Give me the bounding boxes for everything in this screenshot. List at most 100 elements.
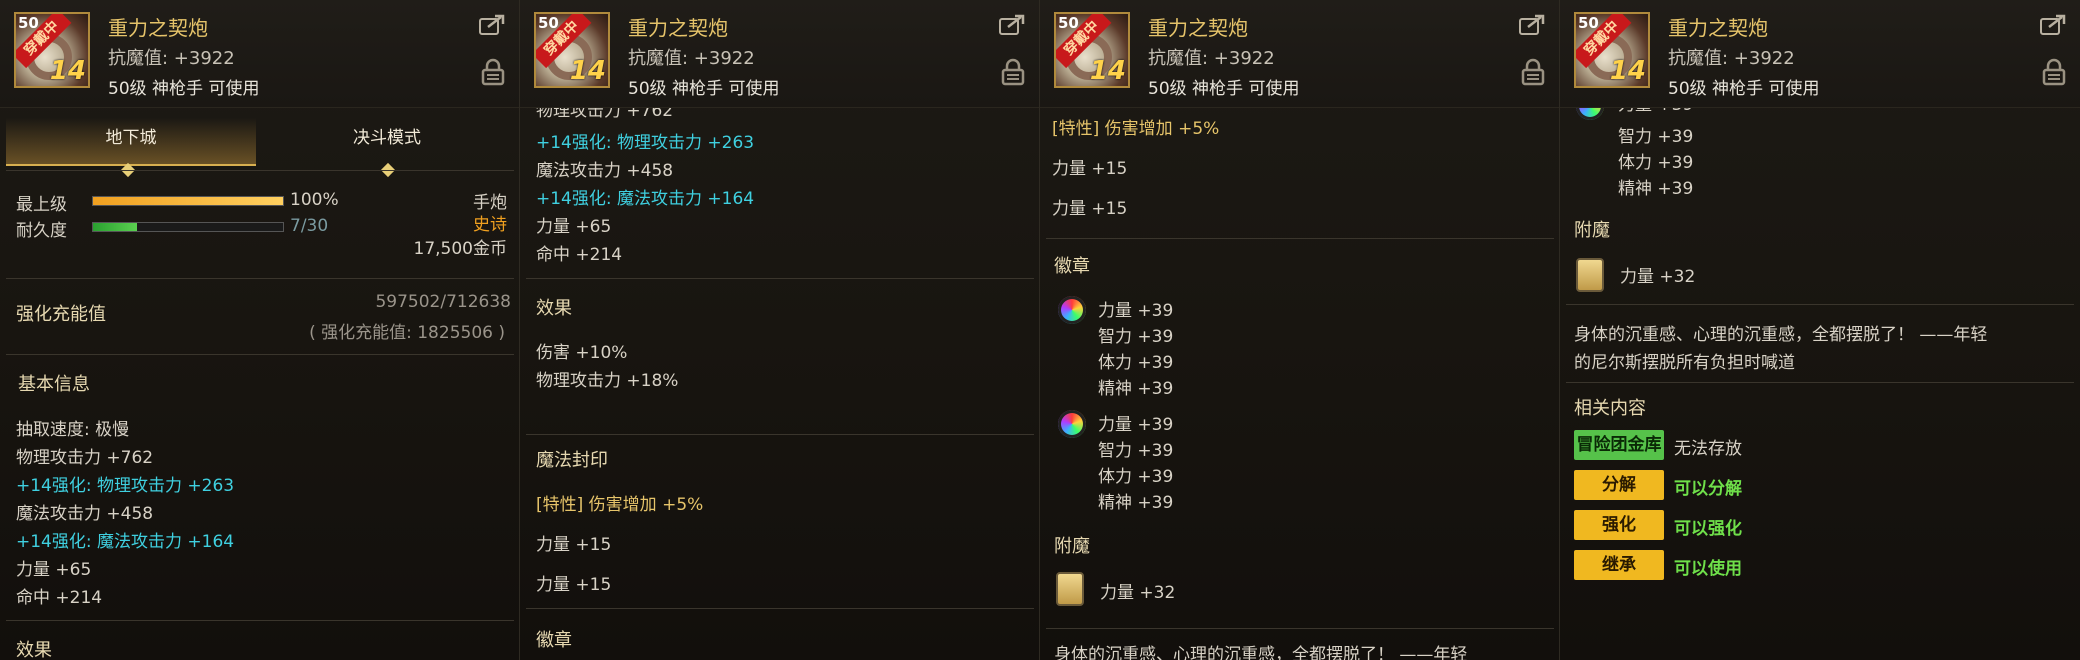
- lock-icon[interactable]: [2042, 58, 2066, 86]
- enhance-level: 14: [1089, 56, 1126, 86]
- tooltip-panel-3: 50 穿戴中 14 重力之契炮 抗魔值: +3922 50级 神枪手 可使用 […: [1040, 0, 1560, 660]
- seal-line: 力量 +15: [536, 535, 612, 555]
- basic-line: 魔法攻击力 +458: [16, 504, 154, 524]
- basic-line: 物理攻击力 +762: [16, 448, 154, 468]
- emblem-orb-icon: [1058, 410, 1086, 438]
- basic-line: +14强化: 魔法攻击力 +164: [536, 189, 755, 209]
- seal-line: 力量 +15: [1052, 159, 1128, 179]
- related-status: 无法存放: [1674, 439, 1742, 459]
- seal-trait: [特性] 伤害增加 +5%: [1052, 119, 1220, 139]
- basic-line: 魔法攻击力 +458: [536, 161, 674, 181]
- lock-icon[interactable]: [1001, 58, 1025, 86]
- enhance-button[interactable]: 强化: [1574, 510, 1664, 540]
- basic-line: 命中 +214: [536, 245, 623, 265]
- tooltip-panel-1: 50 穿戴中 14 重力之契炮 抗魔值: +3922 50级 神枪手 可使用 地…: [0, 0, 520, 660]
- basic-line: 命中 +214: [16, 588, 103, 608]
- enchant-card-icon: [1576, 258, 1604, 292]
- basic-line: 力量 +65: [536, 217, 612, 237]
- emblem-line: 智力 +39: [1618, 127, 1694, 147]
- item-stat: 抗魔值: +3922: [1148, 48, 1275, 69]
- item-header: 50 穿戴中 14 重力之契炮 抗魔值: +3922 50级 神枪手 可使用: [1560, 0, 2080, 108]
- durability-value: 7/30: [290, 216, 329, 236]
- related-status: 可以分解: [1674, 479, 1742, 499]
- item-stat: 抗魔值: +3922: [108, 48, 235, 69]
- item-stat: 抗魔值: +3922: [628, 48, 755, 69]
- share-icon[interactable]: [1519, 14, 1545, 36]
- section-emblem-title: 徽章: [1054, 256, 1090, 277]
- section-effect-title-cut: 效果: [16, 640, 52, 660]
- basic-line: +14强化: 物理攻击力 +263: [536, 133, 755, 153]
- enhance-level: 14: [1609, 56, 1646, 86]
- grade-bar: [92, 196, 284, 206]
- emblem-line: 精神 +39: [1098, 493, 1174, 513]
- related-status: 可以使用: [1674, 559, 1742, 579]
- seal-trait: [特性] 伤害增加 +5%: [536, 495, 704, 515]
- tooltip-panel-4: 50 穿戴中 14 重力之契炮 抗魔值: +3922 50级 神枪手 可使用 力…: [1560, 0, 2080, 660]
- item-rarity: 史诗: [473, 215, 507, 235]
- emblem-line: 力量 +39: [1098, 415, 1174, 435]
- hand-cannon-icon: 50 穿戴中 14: [1574, 12, 1650, 88]
- item-header: 50 穿戴中 14 重力之契炮 抗魔值: +3922 50级 神枪手 可使用: [0, 0, 519, 108]
- emblem-line: 智力 +39: [1098, 327, 1174, 347]
- enchant-line: 力量 +32: [1100, 583, 1176, 603]
- inherit-button[interactable]: 继承: [1574, 550, 1664, 580]
- emblem-orb-icon: [1058, 296, 1086, 324]
- grade-label: 最上级: [16, 195, 67, 215]
- flavor-text: 的尼尔斯摆脱所有负担时喊道: [1574, 353, 1795, 373]
- hand-cannon-icon: 50 穿戴中 14: [534, 12, 610, 88]
- item-requirement: 50级 神枪手 可使用: [1668, 79, 1820, 99]
- enchant-line: 力量 +32: [1620, 267, 1696, 287]
- durability-bar: [92, 222, 284, 232]
- durability-label: 耐久度: [16, 221, 67, 241]
- tooltip-panel-2: 50 穿戴中 14 重力之契炮 抗魔值: +3922 50级 神枪手 可使用 物…: [520, 0, 1040, 660]
- item-name: 重力之契炮: [108, 16, 208, 40]
- item-name: 重力之契炮: [628, 16, 728, 40]
- basic-line: +14强化: 物理攻击力 +263: [16, 476, 235, 496]
- item-price: 17,500金币: [413, 239, 507, 259]
- item-name: 重力之契炮: [1148, 16, 1248, 40]
- item-header: 50 穿戴中 14 重力之契炮 抗魔值: +3922 50级 神枪手 可使用: [1040, 0, 1559, 108]
- share-icon[interactable]: [999, 14, 1025, 36]
- section-enchant-title: 附魔: [1574, 220, 1610, 241]
- charge-value: 597502/712638: [375, 292, 511, 312]
- tab-dungeon[interactable]: 地下城: [6, 118, 256, 166]
- emblem-line: 智力 +39: [1098, 441, 1174, 461]
- emblem-line: 精神 +39: [1618, 179, 1694, 199]
- share-icon[interactable]: [479, 14, 505, 36]
- section-enchant-title: 附魔: [1054, 536, 1090, 557]
- section-effect-title: 效果: [536, 298, 572, 319]
- basic-line: 力量 +65: [16, 560, 92, 580]
- flavor-text: 身体的沉重感、心理的沉重感，全都摆脱了！ ——年轻: [1574, 325, 1988, 345]
- item-header: 50 穿戴中 14 重力之契炮 抗魔值: +3922 50级 神枪手 可使用: [520, 0, 1039, 108]
- tab-duel[interactable]: 决斗模式: [262, 118, 512, 164]
- section-seal-title: 魔法封印: [536, 450, 608, 471]
- effect-line: 伤害 +10%: [536, 343, 628, 363]
- item-requirement: 50级 神枪手 可使用: [628, 79, 780, 99]
- emblem-line: 体力 +39: [1618, 153, 1694, 173]
- item-requirement: 50级 神枪手 可使用: [1148, 79, 1300, 99]
- emblem-line: 力量 +39: [1098, 301, 1174, 321]
- effect-line: 物理攻击力 +18%: [536, 371, 679, 391]
- lock-icon[interactable]: [1521, 58, 1545, 86]
- section-emblem-title-cut: 徽章: [536, 630, 572, 651]
- flavor-text-cut: 身体的沉重感、心理的沉重感，全都摆脱了！ ——年轻: [1054, 645, 1468, 660]
- lock-icon[interactable]: [481, 58, 505, 86]
- hand-cannon-icon: 50 穿戴中 14: [14, 12, 90, 88]
- charge-label: 强化充能值: [16, 304, 106, 325]
- disassemble-button[interactable]: 分解: [1574, 470, 1664, 500]
- charge-sub: ( 强化充能值: 1825506 ): [309, 323, 505, 343]
- basic-line: +14强化: 魔法攻击力 +164: [16, 532, 235, 552]
- seal-line: 力量 +15: [1052, 199, 1128, 219]
- adventure-vault-tag[interactable]: 冒险团金库: [1574, 430, 1664, 460]
- section-basic-title: 基本信息: [18, 374, 90, 395]
- share-icon[interactable]: [2040, 14, 2066, 36]
- enchant-card-icon: [1056, 572, 1084, 606]
- item-name: 重力之契炮: [1668, 16, 1768, 40]
- enhance-level: 14: [569, 56, 606, 86]
- section-related-title: 相关内容: [1574, 398, 1646, 419]
- emblem-line: 体力 +39: [1098, 467, 1174, 487]
- enhance-level: 14: [49, 56, 86, 86]
- item-requirement: 50级 神枪手 可使用: [108, 79, 260, 99]
- item-stat: 抗魔值: +3922: [1668, 48, 1795, 69]
- related-status: 可以强化: [1674, 519, 1742, 539]
